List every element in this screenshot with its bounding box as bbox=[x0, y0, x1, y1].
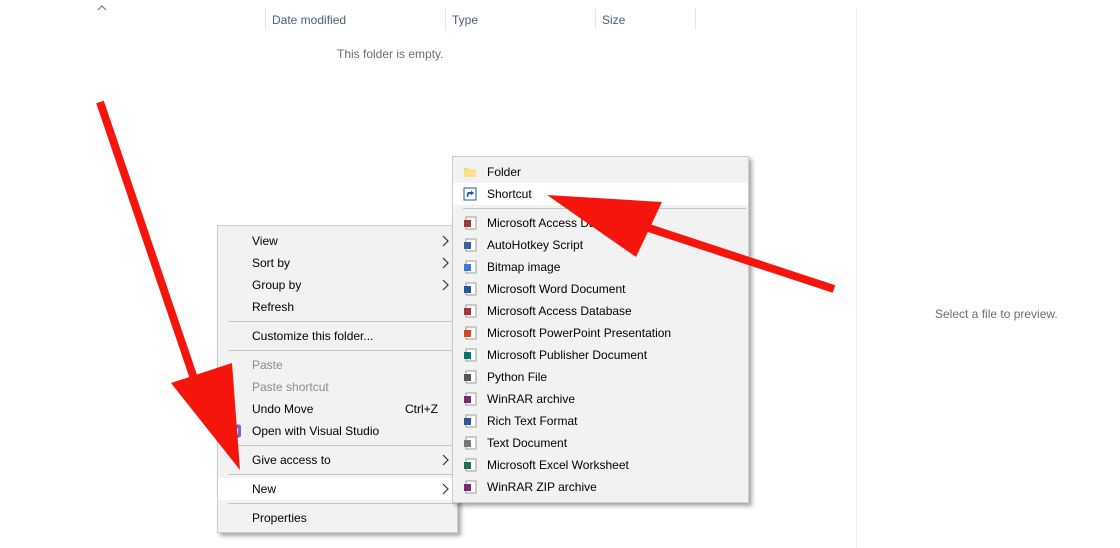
menu-separator bbox=[463, 208, 746, 209]
text-doc-icon bbox=[464, 436, 477, 450]
menu-item-open-with-visual-studio[interactable]: Open with Visual Studio bbox=[218, 420, 457, 442]
menu-item-paste-shortcut[interactable]: Paste shortcut bbox=[218, 376, 457, 398]
menu-separator bbox=[228, 503, 455, 504]
chevron-right-icon bbox=[442, 235, 449, 247]
submenu-item-label: Shortcut bbox=[487, 187, 532, 201]
submenu-item-folder[interactable]: Folder bbox=[453, 161, 748, 183]
empty-folder-message: This folder is empty. bbox=[337, 47, 444, 61]
menu-item-refresh[interactable]: Refresh bbox=[218, 296, 457, 318]
menu-item-paste[interactable]: Paste bbox=[218, 354, 457, 376]
menu-item-view[interactable]: View bbox=[218, 230, 457, 252]
chevron-right-icon bbox=[442, 454, 449, 466]
menu-item-label: Refresh bbox=[252, 300, 295, 314]
visual-studio-icon bbox=[228, 424, 241, 438]
word-doc-icon bbox=[464, 282, 477, 296]
menu-separator bbox=[228, 445, 455, 446]
submenu-item-new-file-type[interactable]: Rich Text Format bbox=[453, 410, 748, 432]
menu-item-label: Customize this folder... bbox=[252, 329, 374, 343]
submenu-item-new-file-type[interactable]: WinRAR archive bbox=[453, 388, 748, 410]
submenu-item-label: Microsoft Excel Worksheet bbox=[487, 458, 629, 472]
submenu-item-new-file-type[interactable]: Microsoft Word Document bbox=[453, 278, 748, 300]
menu-separator bbox=[228, 474, 455, 475]
submenu-item-label: Bitmap image bbox=[487, 260, 561, 274]
menu-item-label: Properties bbox=[252, 511, 307, 525]
menu-item-group-by[interactable]: Group by bbox=[218, 274, 457, 296]
column-separator[interactable] bbox=[695, 8, 696, 30]
submenu-item-new-file-type[interactable]: Microsoft Excel Worksheet bbox=[453, 454, 748, 476]
menu-item-sort-by[interactable]: Sort by bbox=[218, 252, 457, 274]
menu-item-label: Paste bbox=[252, 358, 283, 372]
menu-item-properties[interactable]: Properties bbox=[218, 507, 457, 529]
column-header-size[interactable]: Size bbox=[596, 12, 694, 30]
menu-item-undo-move[interactable]: Undo Move Ctrl+Z bbox=[218, 398, 457, 420]
submenu-item-label: WinRAR ZIP archive bbox=[487, 480, 597, 494]
submenu-item-label: WinRAR archive bbox=[487, 392, 576, 406]
menu-item-label: Undo Move bbox=[252, 402, 314, 416]
menu-item-give-access-to[interactable]: Give access to bbox=[218, 449, 457, 471]
publisher-icon bbox=[464, 348, 477, 362]
submenu-item-label: AutoHotkey Script bbox=[487, 238, 584, 252]
submenu-item-label: Microsoft Word Document bbox=[487, 282, 626, 296]
sort-ascending-icon[interactable] bbox=[95, 2, 109, 14]
powerpoint-icon bbox=[464, 326, 477, 340]
submenu-item-label: Microsoft Publisher Document bbox=[487, 348, 648, 362]
submenu-item-label: Microsoft PowerPoint Presentation bbox=[487, 326, 672, 340]
menu-item-label: Sort by bbox=[252, 256, 291, 270]
access-db-icon bbox=[464, 304, 477, 318]
menu-item-customize-folder[interactable]: Customize this folder... bbox=[218, 325, 457, 347]
submenu-item-new-file-type[interactable]: Microsoft Access Da bbox=[453, 212, 748, 234]
python-file-icon bbox=[464, 370, 477, 384]
submenu-item-new-file-type[interactable]: Microsoft Publisher Document bbox=[453, 344, 748, 366]
submenu-item-new-file-type[interactable]: Microsoft PowerPoint Presentation bbox=[453, 322, 748, 344]
preview-pane-message: Select a file to preview. bbox=[935, 307, 1058, 321]
menu-item-label: New bbox=[252, 482, 277, 496]
winrar-icon bbox=[464, 392, 477, 406]
rtf-icon bbox=[464, 414, 477, 428]
submenu-item-new-file-type[interactable]: Microsoft Access Database bbox=[453, 300, 748, 322]
chevron-right-icon bbox=[442, 257, 449, 269]
menu-item-label: Give access to bbox=[252, 453, 331, 467]
submenu-item-label: Rich Text Format bbox=[487, 414, 578, 428]
submenu-item-new-file-type[interactable]: Python File bbox=[453, 366, 748, 388]
access-db-icon bbox=[464, 216, 477, 230]
submenu-item-label: Microsoft Access Database bbox=[487, 304, 632, 318]
winrar-zip-icon bbox=[464, 480, 477, 494]
ahk-script-icon bbox=[464, 238, 477, 252]
column-header-type[interactable]: Type bbox=[446, 12, 595, 30]
shortcut-icon bbox=[463, 187, 477, 201]
submenu-item-new-file-type[interactable]: AutoHotkey Script bbox=[453, 234, 748, 256]
new-item-type-list: Microsoft Access Da AutoHotkey Script Bitm… bbox=[453, 212, 748, 498]
submenu-item-new-file-type[interactable]: Bitmap image bbox=[453, 256, 748, 278]
menu-item-label: Paste shortcut bbox=[252, 380, 329, 394]
context-menu: View Sort by Group by Refresh Customize … bbox=[217, 225, 458, 533]
column-header-date-modified[interactable]: Date modified bbox=[266, 12, 444, 30]
menu-item-label: Open with Visual Studio bbox=[252, 424, 380, 438]
submenu-item-label: Python File bbox=[487, 370, 548, 384]
preview-pane-divider[interactable] bbox=[856, 8, 857, 548]
submenu-item-label: Microsoft Access Da bbox=[487, 216, 596, 230]
shortcut-key-label: Ctrl+Z bbox=[405, 402, 438, 416]
submenu-item-label: Folder bbox=[487, 165, 522, 179]
submenu-item-new-file-type[interactable]: Text Document bbox=[453, 432, 748, 454]
menu-separator bbox=[228, 321, 455, 322]
bitmap-icon bbox=[464, 260, 477, 274]
menu-item-label: View bbox=[252, 234, 278, 248]
excel-icon bbox=[464, 458, 477, 472]
menu-item-new[interactable]: New bbox=[218, 478, 457, 500]
menu-item-label: Group by bbox=[252, 278, 302, 292]
submenu-item-new-file-type[interactable]: WinRAR ZIP archive bbox=[453, 476, 748, 498]
folder-icon bbox=[464, 168, 476, 177]
chevron-right-icon bbox=[442, 279, 449, 291]
new-submenu: Folder Shortcut Microsoft Access Da AutoH… bbox=[452, 156, 749, 503]
submenu-item-label: Text Document bbox=[487, 436, 568, 450]
menu-separator bbox=[228, 350, 455, 351]
chevron-right-icon bbox=[442, 483, 449, 495]
submenu-item-shortcut[interactable]: Shortcut bbox=[453, 183, 748, 205]
